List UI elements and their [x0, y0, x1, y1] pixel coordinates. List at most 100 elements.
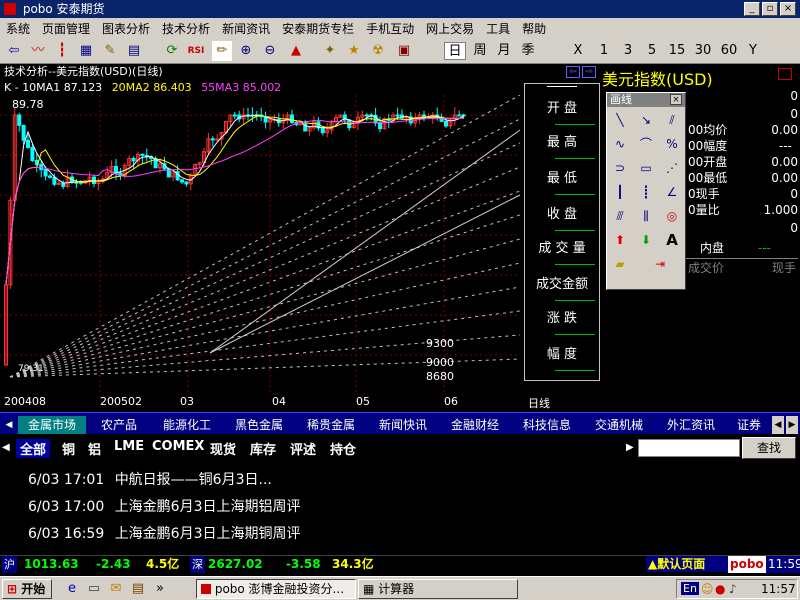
period-30min[interactable]: 30 — [692, 42, 714, 60]
menu-item-trading[interactable]: 网上交易 — [420, 20, 480, 37]
line-chart-icon[interactable]: 〰 — [28, 41, 48, 61]
percent-tool-icon[interactable]: % — [663, 135, 681, 153]
tab-finance[interactable]: 金融财经 — [440, 416, 510, 434]
wave-tool-icon[interactable]: ∿ — [611, 135, 629, 153]
tab-scroll-left-icon[interactable]: ◀ — [2, 416, 16, 434]
tools-icon[interactable]: ✦ — [320, 41, 340, 61]
scroll-left-icon[interactable]: ⇦ — [566, 66, 580, 78]
news-item[interactable]: 6/03 17:01 中航日报——铜6月3日... — [28, 468, 272, 492]
fan-tool-icon[interactable]: ⋰ — [663, 159, 681, 177]
subtab-scroll-right-icon[interactable]: ▶ — [626, 442, 634, 453]
language-indicator[interactable]: En — [681, 582, 699, 595]
subtab-lme[interactable]: LME — [114, 439, 144, 454]
panel-toggle-icon[interactable] — [778, 68, 792, 80]
text-tool-icon[interactable]: A — [663, 231, 681, 249]
gann-tool-icon[interactable]: ⫼ — [637, 207, 655, 225]
note-icon[interactable]: ✎ — [100, 41, 120, 61]
tray-app-icon[interactable]: ● — [715, 582, 725, 596]
down-arrow-icon[interactable]: ⬇ — [637, 231, 655, 249]
parallel-tool-icon[interactable]: ⫽ — [663, 111, 681, 129]
period-week[interactable]: 周 — [470, 42, 490, 60]
taskbar-item-pobo[interactable]: pobo 澎博金融投资分... — [196, 579, 356, 599]
back-arrow-icon[interactable]: ⇦ — [4, 41, 24, 61]
tab-energy[interactable]: 能源化工 — [152, 416, 222, 434]
subtab-review[interactable]: 评述 — [290, 439, 316, 458]
subtab-position[interactable]: 持仓 — [330, 439, 356, 458]
subtab-inventory[interactable]: 库存 — [250, 439, 276, 458]
period-3min[interactable]: 3 — [620, 42, 636, 60]
search-button[interactable]: 查找 — [742, 437, 796, 459]
menu-item-tech-analysis[interactable]: 技术分析 — [156, 20, 216, 37]
angle-tool-icon[interactable]: ∠ — [663, 183, 681, 201]
line-tool-icon[interactable]: ╲ — [611, 111, 629, 129]
menu-item-system[interactable]: 系统 — [0, 20, 36, 37]
outlook-icon[interactable]: ✉ — [106, 579, 126, 599]
menu-item-news[interactable]: 新闻资讯 — [216, 20, 276, 37]
tab-scroll-right-icon[interactable]: ▶ — [786, 416, 798, 434]
subtab-all[interactable]: 全部 — [16, 439, 51, 458]
tab-ferrous[interactable]: 黑色金属 — [224, 416, 294, 434]
fib-tool-icon[interactable]: ┃ — [611, 183, 629, 201]
tab-forex[interactable]: 外汇资讯 — [656, 416, 726, 434]
price-chart[interactable] — [0, 95, 600, 395]
book-icon[interactable]: ▣ — [394, 41, 414, 61]
menu-item-column[interactable]: 安泰期货专栏 — [276, 20, 360, 37]
period-y[interactable]: Y — [744, 42, 762, 60]
alarm-icon[interactable]: ▲ — [286, 41, 306, 61]
zoom-in-icon[interactable]: ⊕ — [236, 41, 256, 61]
period-5min[interactable]: 5 — [644, 42, 660, 60]
desktop-icon[interactable]: ▭ — [84, 579, 104, 599]
menu-item-chart-analysis[interactable]: 图表分析 — [96, 20, 156, 37]
search-input[interactable] — [638, 439, 740, 457]
subtab-spot[interactable]: 现货 — [210, 439, 236, 458]
arc-tool-icon[interactable]: ⊃ — [611, 159, 629, 177]
tab-metal-market[interactable]: 金属市场 — [18, 416, 86, 434]
ime-icon[interactable]: ☺ — [701, 582, 714, 596]
tab-precious[interactable]: 稀贵金属 — [296, 416, 366, 434]
period-15min[interactable]: 15 — [666, 42, 688, 60]
menu-item-mobile[interactable]: 手机互动 — [360, 20, 420, 37]
ray-tool-icon[interactable]: ↘ — [637, 111, 655, 129]
tab-transport[interactable]: 交通机械 — [584, 416, 654, 434]
vlines-tool-icon[interactable]: ┋ — [637, 183, 655, 201]
start-button[interactable]: ⊞ 开始 — [2, 579, 52, 599]
cycle-tool-icon[interactable]: ⌒ — [637, 135, 655, 153]
eraser-icon[interactable]: ▰ — [611, 255, 629, 273]
radiation-icon[interactable]: ☢ — [368, 41, 388, 61]
quicklaunch-more-icon[interactable]: » — [150, 579, 170, 599]
refresh-icon[interactable]: ⟳ — [162, 41, 182, 61]
tab-scroll-left2-icon[interactable]: ◀ — [772, 416, 784, 434]
rect-tool-icon[interactable]: ▭ — [637, 159, 655, 177]
candlestick-icon[interactable]: ┇ — [52, 41, 72, 61]
minimize-button[interactable]: _ — [744, 2, 760, 16]
explorer-icon[interactable]: ▤ — [128, 579, 148, 599]
channel-tool-icon[interactable]: ⫻ — [611, 207, 629, 225]
period-day[interactable]: 日 — [444, 42, 466, 60]
circle-tool-icon[interactable]: ◎ — [663, 207, 681, 225]
grid-icon[interactable]: ▤ — [124, 41, 144, 61]
rsi-icon[interactable]: RSI — [186, 41, 206, 61]
period-quarter[interactable]: 季 — [518, 42, 538, 60]
close-button[interactable]: × — [780, 2, 796, 16]
scroll-right-icon[interactable]: ⇨ — [582, 66, 596, 78]
up-arrow-icon[interactable]: ⬆ — [611, 231, 629, 249]
menu-item-page-manage[interactable]: 页面管理 — [36, 20, 96, 37]
period-60min[interactable]: 60 — [718, 42, 740, 60]
pencil-icon[interactable]: ✏ — [212, 41, 232, 61]
news-item[interactable]: 6/03 16:59 上海金鹏6月3日上海期铜周评 — [28, 522, 301, 546]
taskbar-item-calculator[interactable]: ▦ 计算器 — [358, 579, 518, 599]
menu-item-tools[interactable]: 工具 — [480, 20, 516, 37]
ie-icon[interactable]: e — [62, 579, 82, 599]
subtab-copper[interactable]: 铜 — [62, 439, 75, 458]
zoom-out-icon[interactable]: ⊖ — [260, 41, 280, 61]
palette-close-icon[interactable]: × — [670, 94, 682, 105]
period-1min[interactable]: 1 — [596, 42, 612, 60]
subtab-comex[interactable]: COMEX — [152, 439, 204, 454]
table-icon[interactable]: ▦ — [76, 41, 96, 61]
tab-agriculture[interactable]: 农产品 — [88, 416, 150, 434]
menu-item-help[interactable]: 帮助 — [516, 20, 552, 37]
tab-securities[interactable]: 证券 — [728, 416, 770, 434]
tab-tech[interactable]: 科技信息 — [512, 416, 582, 434]
star-icon[interactable]: ★ — [344, 41, 364, 61]
tab-news-flash[interactable]: 新闻快讯 — [368, 416, 438, 434]
